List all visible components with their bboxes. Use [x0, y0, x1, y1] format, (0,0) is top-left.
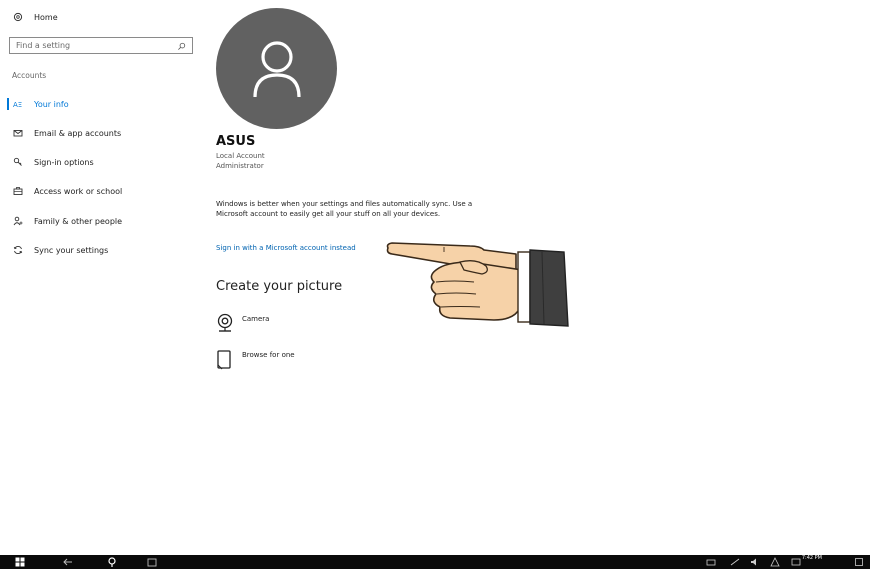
tray-keyboard-language[interactable]	[790, 557, 802, 567]
network-icon	[730, 558, 740, 566]
user-silhouette-icon	[252, 40, 301, 97]
sidebar-item-label: Access work or school	[34, 186, 123, 196]
sidebar-item-label: Sync your settings	[34, 245, 109, 255]
back-arrow-icon	[63, 558, 72, 566]
windows-logo-icon	[15, 557, 25, 567]
action-center-button[interactable]	[854, 557, 864, 567]
key-icon	[12, 156, 24, 168]
task-view-button[interactable]	[146, 557, 158, 567]
search-box[interactable]	[9, 37, 193, 54]
active-indicator	[7, 98, 9, 110]
search-icon[interactable]	[177, 36, 186, 55]
sidebar: Home Accounts AΞ Your info Email & app a…	[0, 0, 200, 555]
input-icon	[791, 558, 801, 566]
task-view-icon	[147, 558, 157, 567]
search-taskbar-button[interactable]	[106, 557, 118, 567]
browse-option[interactable]: Browse for one	[216, 349, 295, 375]
keyboard-icon	[706, 559, 716, 566]
create-picture-heading: Create your picture	[216, 279, 343, 294]
browse-icon	[216, 349, 234, 375]
tray-volume[interactable]	[750, 557, 760, 567]
person-add-icon	[12, 215, 24, 227]
briefcase-icon	[12, 185, 24, 197]
account-name: ASUS	[216, 134, 256, 149]
home-label: Home	[34, 12, 58, 22]
account-type: Local Account	[216, 152, 265, 160]
account-role: Administrator	[216, 162, 264, 170]
sidebar-item-label: Email & app accounts	[34, 128, 122, 138]
search-input[interactable]	[16, 41, 177, 50]
browse-label: Browse for one	[242, 351, 295, 359]
svg-text:AΞ: AΞ	[13, 101, 22, 109]
tray-battery[interactable]	[770, 557, 780, 567]
sidebar-item-sign-in[interactable]: Sign-in options	[12, 156, 94, 168]
sidebar-item-your-info[interactable]: AΞ Your info	[12, 98, 69, 110]
person-card-icon: AΞ	[12, 98, 24, 110]
microsoft-signin-link[interactable]: Sign in with a Microsoft account instead	[216, 244, 356, 252]
camera-option[interactable]: Camera	[216, 313, 269, 339]
back-button[interactable]	[62, 557, 74, 567]
sidebar-item-label: Your info	[34, 99, 69, 109]
section-label: Accounts	[12, 71, 47, 80]
avatar	[216, 8, 337, 129]
sidebar-item-family[interactable]: Family & other people	[12, 215, 122, 227]
home-nav[interactable]: Home	[12, 11, 58, 23]
camera-icon	[216, 313, 234, 339]
sidebar-item-label: Sign-in options	[34, 157, 94, 167]
pointing-hand-icon	[386, 242, 569, 327]
sidebar-item-email[interactable]: Email & app accounts	[12, 127, 121, 139]
taskbar-clock[interactable]: 7:42 PM	[802, 555, 822, 562]
battery-icon	[770, 557, 780, 567]
sync-icon	[12, 244, 24, 256]
tray-network[interactable]	[730, 557, 740, 567]
sidebar-item-work[interactable]: Access work or school	[12, 185, 122, 197]
volume-icon	[751, 558, 756, 566]
gear-icon	[12, 11, 24, 23]
taskbar: 7:42 PM	[0, 555, 870, 569]
camera-label: Camera	[242, 315, 270, 323]
mail-icon	[12, 127, 24, 139]
start-button[interactable]	[14, 557, 26, 567]
notification-icon	[855, 558, 863, 566]
sidebar-item-sync[interactable]: Sync your settings	[12, 244, 108, 256]
tray-touch-keyboard[interactable]	[706, 557, 716, 567]
sidebar-item-label: Family & other people	[34, 216, 123, 226]
sync-message: Windows is better when your settings and…	[216, 200, 473, 218]
search-icon	[108, 557, 116, 567]
